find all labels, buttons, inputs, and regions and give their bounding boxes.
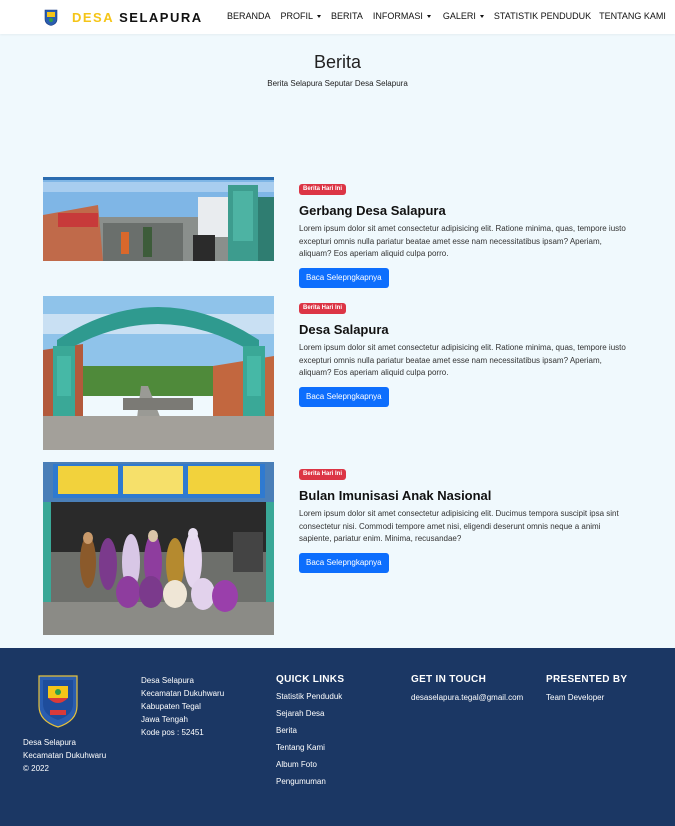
nav-item-berita[interactable]: BERITA [331, 11, 363, 21]
regency-emblem-icon [38, 675, 78, 728]
navbar: DESA SELAPURA BERANDA PROFIL BERITA INFOR… [0, 0, 675, 34]
article-excerpt: Lorem ipsum dolor sit amet consectetur a… [299, 224, 626, 258]
nav-item-informasi[interactable]: INFORMASI [373, 11, 431, 21]
article-title[interactable]: Desa Salapura [299, 322, 629, 337]
caret-down-icon [426, 14, 431, 18]
nav-item-profil[interactable]: PROFIL [281, 11, 322, 21]
page-title: Berita [313, 52, 362, 72]
presented-by-team: Team Developer [546, 693, 605, 702]
article-title[interactable]: Gerbang Desa Salapura [299, 203, 629, 218]
article-image [43, 296, 274, 450]
footer-link-statistik-penduduk[interactable]: Statistik Penduduk [276, 692, 342, 709]
article-excerpt: Lorem ipsum dolor sit amet consectetur a… [299, 343, 626, 377]
article-image [43, 177, 274, 261]
article-content: Berita Hari Ini Bulan Imunisasi Anak Nas… [299, 462, 629, 573]
news-badge: Berita Hari Ini [299, 469, 347, 480]
nav-item-galeri[interactable]: GALERI [443, 11, 484, 21]
footer-village-info: Desa Selapura Kecamatan Dukuhwaru © 2022 [23, 738, 107, 773]
regency-emblem-icon [44, 9, 58, 26]
news-badge: Berita Hari Ini [299, 303, 347, 314]
news-badge: Berita Hari Ini [299, 184, 347, 195]
presented-by-heading: PRESENTED BY [546, 674, 628, 685]
contact-email[interactable]: desaselapura.tegal@gmail.com [411, 693, 523, 702]
footer-link-album-foto[interactable]: Album Foto [276, 760, 342, 777]
footer-link-tentang-kami[interactable]: Tentang Kami [276, 743, 342, 760]
caret-down-icon [479, 14, 484, 18]
footer-link-pengumuman[interactable]: Pengumuman [276, 777, 342, 794]
nav-item-tentang-kami[interactable]: TENTANG KAMI [599, 11, 666, 21]
footer-address: Desa Selapura Kecamatan Dukuhwaru Kabupa… [141, 676, 225, 737]
quick-links-list: Statistik Penduduk Sejarah Desa Berita T… [276, 692, 342, 794]
article-image [43, 462, 274, 635]
caret-down-icon [317, 14, 322, 18]
article-title[interactable]: Bulan Imunisasi Anak Nasional [299, 488, 629, 503]
footer-link-sejarah-desa[interactable]: Sejarah Desa [276, 709, 342, 726]
footer-link-berita[interactable]: Berita [276, 726, 342, 743]
article-content: Berita Hari Ini Desa Salapura Lorem ipsu… [299, 296, 629, 407]
footer: Desa Selapura Kecamatan Dukuhwaru © 2022… [0, 648, 675, 826]
brand-main-text: SELAPURA [119, 9, 203, 25]
article-excerpt: Lorem ipsum dolor sit amet consectetur a… [299, 509, 619, 543]
page-subtitle: Berita Selapura Seputar Desa Selapura [267, 79, 408, 88]
contact-heading: GET IN TOUCH [411, 674, 487, 685]
brand-link[interactable]: DESA SELAPURA [44, 8, 203, 26]
brand-accent-text: DESA [72, 9, 115, 25]
read-more-button[interactable]: Baca Selepngkapnya [299, 267, 389, 288]
read-more-button[interactable]: Baca Selepngkapnya [299, 552, 389, 573]
nav-item-beranda[interactable]: BERANDA [227, 11, 271, 21]
main-nav: BERANDA PROFIL BERITA INFORMASI GALERI S… [227, 11, 666, 21]
quick-links-heading: QUICK LINKS [276, 674, 345, 685]
copyright: © 2022 [23, 764, 49, 773]
article-content: Berita Hari Ini Gerbang Desa Salapura Lo… [299, 177, 629, 288]
read-more-button[interactable]: Baca Selepngkapnya [299, 386, 389, 407]
nav-item-statistik-penduduk[interactable]: STATISTIK PENDUDUK [494, 11, 591, 21]
